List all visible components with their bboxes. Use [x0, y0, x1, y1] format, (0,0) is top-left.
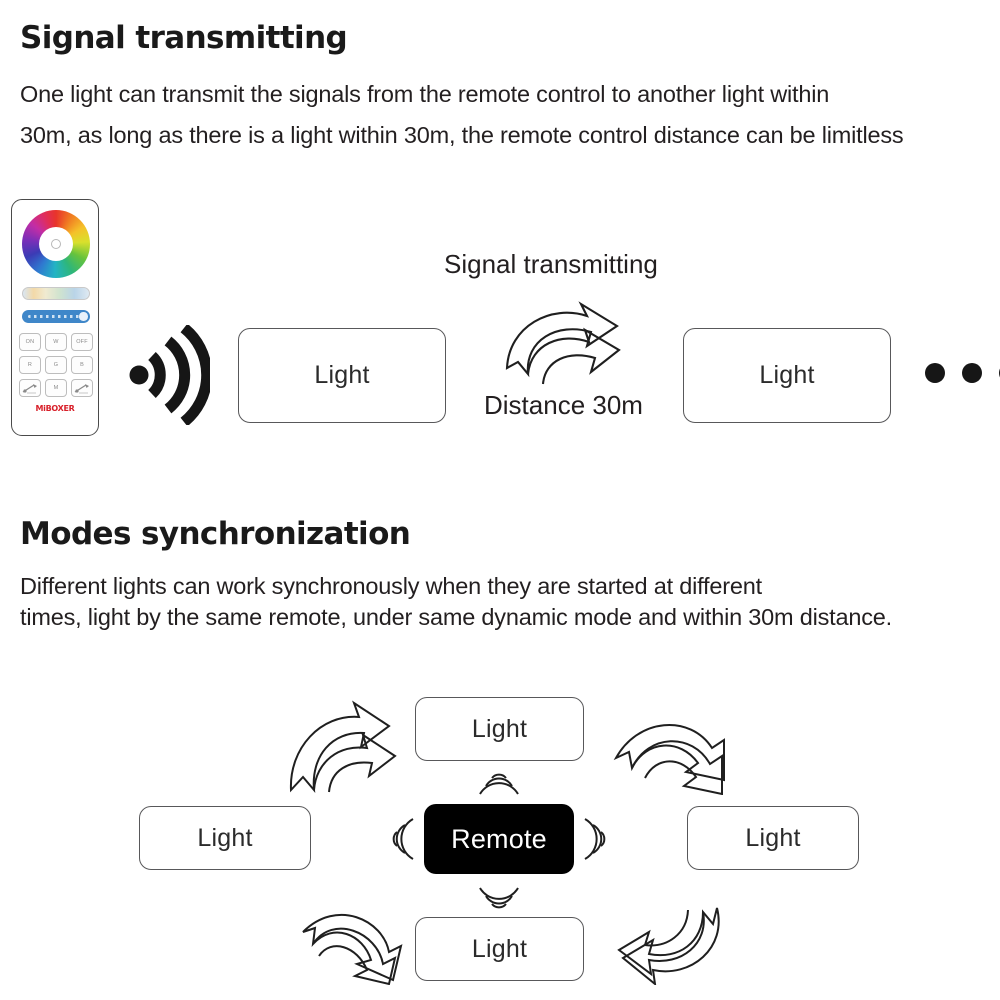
brightness-slider[interactable]	[22, 310, 90, 323]
curved-arrow-up-left-icon	[302, 913, 403, 985]
off-button[interactable]: OFF	[71, 333, 93, 351]
mode-button-label: M	[53, 385, 59, 391]
off-button-label: OFF	[76, 339, 88, 345]
speed-minus-icon	[22, 383, 37, 393]
section-heading-signal-transmitting: Signal transmitting	[20, 20, 348, 56]
signal-wave-left-icon	[392, 818, 414, 860]
green-button-label: G	[53, 362, 59, 368]
light-node-bottom[interactable]: Light	[415, 917, 584, 981]
signal-wave-up-icon	[479, 773, 519, 795]
light-node-a[interactable]: Light	[238, 328, 446, 423]
section-body-line: 30m, as long as there is a light within …	[20, 122, 904, 148]
wifi-signal-icon	[129, 325, 210, 425]
diagram-title-signal-transmitting: Signal transmitting	[444, 249, 658, 279]
mode-button[interactable]: M	[45, 379, 67, 397]
curved-arrow-down-left-icon	[617, 907, 720, 985]
ellipsis-dots	[925, 363, 1000, 383]
on-button[interactable]: ON	[19, 333, 41, 351]
color-wheel-knob[interactable]	[51, 239, 61, 249]
remote-node[interactable]: Remote	[424, 804, 574, 874]
double-curved-arrow-right-icon	[505, 301, 621, 385]
color-temperature-bar[interactable]	[22, 287, 90, 300]
signal-wave-right-icon	[584, 818, 606, 860]
signal-wave-down-icon	[479, 887, 519, 909]
slider-knob[interactable]	[79, 312, 88, 321]
light-node-a-label: Light	[314, 361, 370, 389]
curved-arrow-up-right-icon	[289, 700, 397, 794]
section-body-line: times, light by the same remote, under s…	[20, 604, 893, 630]
light-node-bottom-label: Light	[471, 934, 528, 963]
curved-arrow-down-right-icon	[613, 724, 725, 795]
light-node-top[interactable]: Light	[415, 697, 584, 761]
white-button[interactable]: W	[45, 333, 67, 351]
red-button[interactable]: R	[19, 356, 41, 374]
light-node-b-label: Light	[759, 361, 815, 389]
on-button-label: ON	[25, 339, 35, 345]
speed-plus-icon	[74, 383, 89, 393]
section-heading-modes-synchronization: Modes synchronization	[20, 516, 411, 552]
light-node-b[interactable]: Light	[683, 328, 891, 423]
remote-node-label: Remote	[451, 823, 547, 854]
slider-track-dots	[28, 315, 80, 319]
light-node-top-label: Light	[471, 714, 528, 743]
light-node-left-label: Light	[197, 823, 253, 852]
white-button-label: W	[53, 339, 59, 345]
speed-down-button[interactable]	[19, 379, 41, 397]
section-body-line: One light can transmit the signals from …	[20, 81, 830, 107]
remote-control-device: ON W OFF R G B M MiBOXER	[11, 199, 99, 436]
brand-logo: MiBOXER	[35, 404, 75, 413]
color-wheel[interactable]	[22, 210, 90, 278]
green-button[interactable]: G	[45, 356, 67, 374]
light-node-right-label: Light	[745, 823, 801, 852]
diagram-label-distance: Distance 30m	[484, 390, 643, 420]
page-root: Signal transmitting One light can transm…	[0, 0, 1000, 1000]
speed-up-button[interactable]	[71, 379, 93, 397]
blue-button-label: B	[80, 362, 84, 368]
red-button-label: R	[27, 362, 33, 368]
light-node-left[interactable]: Light	[139, 806, 311, 870]
ellipsis-dot	[925, 363, 945, 383]
light-node-right[interactable]: Light	[687, 806, 859, 870]
blue-button[interactable]: B	[71, 356, 93, 374]
remote-keypad: ON W OFF R G B M	[19, 333, 93, 397]
ellipsis-dot	[962, 363, 982, 383]
